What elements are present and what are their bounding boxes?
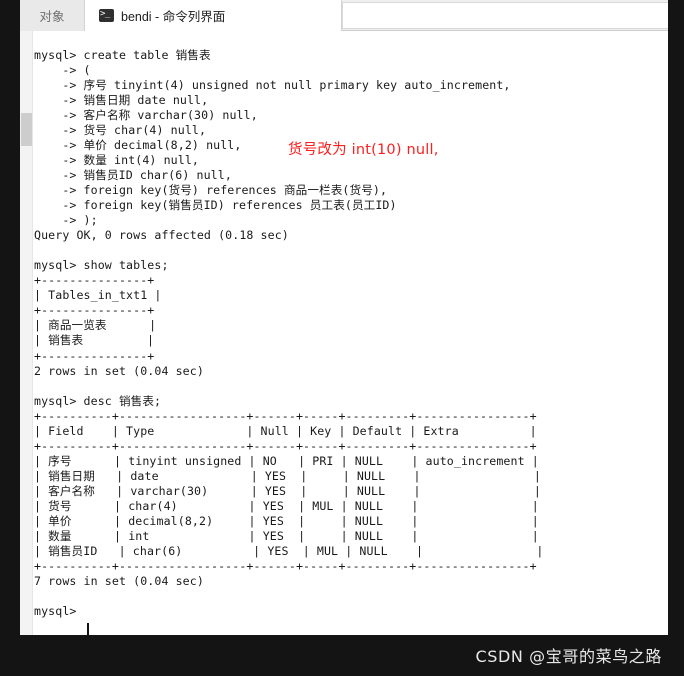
scrollbar-thumb[interactable] bbox=[21, 113, 32, 146]
tab-object[interactable]: 对象 bbox=[20, 0, 85, 31]
mysql-console-window: 对象 bendi - 命令列界面 mysql> create table 销售表… bbox=[20, 0, 668, 635]
watermark-outer: CSDN @宝哥的菜鸟之路 bbox=[475, 647, 662, 666]
tab-console[interactable]: bendi - 命令列界面 bbox=[85, 0, 342, 31]
terminal-output: mysql> create table 销售表 -> ( -> 序号 tinyi… bbox=[34, 47, 544, 619]
tab-console-label: bendi - 命令列界面 bbox=[121, 10, 226, 24]
red-annotation-note: 货号改为 int(10) null, bbox=[288, 142, 439, 158]
console-icon bbox=[99, 8, 114, 22]
tab-object-label: 对象 bbox=[39, 10, 65, 24]
tab-bar-empty-area bbox=[342, 2, 668, 29]
terminal-pane[interactable]: mysql> create table 销售表 -> ( -> 序号 tinyi… bbox=[20, 31, 668, 635]
tab-bar: 对象 bendi - 命令列界面 bbox=[20, 0, 668, 31]
vertical-scrollbar[interactable] bbox=[20, 31, 33, 635]
text-cursor bbox=[87, 623, 89, 635]
